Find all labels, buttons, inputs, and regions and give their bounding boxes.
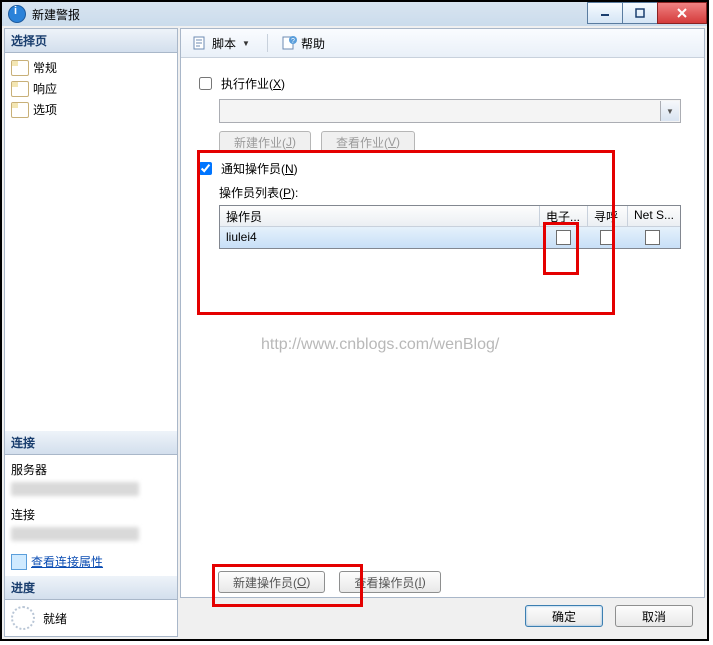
- minimize-button[interactable]: [587, 2, 623, 24]
- close-button[interactable]: [657, 2, 707, 24]
- help-button[interactable]: ? 帮助: [276, 32, 334, 55]
- execute-job-checkbox[interactable]: [199, 77, 212, 90]
- chevron-down-icon: ▼: [242, 39, 250, 48]
- maximize-button[interactable]: [622, 2, 658, 24]
- cell-email-check[interactable]: [540, 227, 588, 247]
- cell-netsend-check[interactable]: [628, 227, 678, 247]
- col-operator[interactable]: 操作员: [220, 206, 540, 226]
- help-label: 帮助: [301, 35, 325, 52]
- nav-label: 响应: [33, 80, 57, 97]
- server-value-blurred: [11, 482, 139, 496]
- nav-item-general[interactable]: 常规: [9, 57, 173, 78]
- sidebar: 选择页 常规 响应 选项 连接 服务器: [4, 28, 178, 637]
- listview-header: 操作员 电子... 寻呼 Net S...: [220, 206, 680, 227]
- col-pager[interactable]: 寻呼: [588, 206, 628, 226]
- link-text: 查看连接属性: [31, 553, 103, 570]
- progress-status: 就绪: [43, 610, 67, 627]
- ok-button[interactable]: 确定: [525, 605, 603, 627]
- script-icon: [192, 35, 208, 51]
- script-dropdown[interactable]: 脚本 ▼: [187, 32, 259, 55]
- help-icon: ?: [281, 35, 297, 51]
- connection-header: 连接: [5, 431, 177, 455]
- cell-pager-check[interactable]: [588, 227, 628, 247]
- sidebar-header: 选择页: [5, 29, 177, 53]
- window-title: 新建警报: [32, 6, 80, 23]
- cell-operator-name: liulei4: [220, 227, 540, 247]
- page-icon: [11, 102, 29, 118]
- new-operator-button[interactable]: 新建操作员(O): [218, 571, 325, 593]
- nav-item-response[interactable]: 响应: [9, 78, 173, 99]
- page-icon: [11, 60, 29, 76]
- svg-text:?: ?: [291, 38, 295, 45]
- progress-spinner-icon: [11, 606, 35, 630]
- table-row[interactable]: liulei4: [220, 227, 680, 248]
- nav-label: 常规: [33, 59, 57, 76]
- target-value-blurred: [11, 527, 139, 541]
- progress-header: 进度: [5, 576, 177, 600]
- operator-list-label: 操作员列表(P):: [219, 184, 690, 201]
- server-label: 服务器: [11, 461, 171, 478]
- execute-job-label: 执行作业(X): [221, 75, 285, 92]
- target-label: 连接: [11, 506, 171, 523]
- col-email[interactable]: 电子...: [540, 206, 588, 226]
- toolbar-separator: [267, 34, 268, 52]
- view-job-button[interactable]: 查看作业(V): [321, 131, 415, 153]
- notify-operator-checkbox[interactable]: [199, 162, 212, 175]
- col-netsend[interactable]: Net S...: [628, 206, 678, 226]
- view-connection-props-link[interactable]: 查看连接属性: [11, 553, 171, 570]
- combo-dropdown-button[interactable]: ▼: [660, 101, 679, 121]
- new-job-button[interactable]: 新建作业(J): [219, 131, 311, 153]
- operator-listview[interactable]: 操作员 电子... 寻呼 Net S... liulei4: [219, 205, 681, 249]
- cancel-button[interactable]: 取消: [615, 605, 693, 627]
- page-icon: [11, 81, 29, 97]
- info-icon: [8, 5, 26, 23]
- job-combo[interactable]: ▼: [219, 99, 681, 123]
- main-pane: 脚本 ▼ ? 帮助 执行作业(X): [180, 28, 705, 598]
- toolbar: 脚本 ▼ ? 帮助: [181, 29, 704, 58]
- chevron-down-icon: ▼: [666, 107, 674, 116]
- nav-item-options[interactable]: 选项: [9, 99, 173, 120]
- notify-operator-label: 通知操作员(N): [221, 160, 298, 177]
- script-label: 脚本: [212, 35, 236, 52]
- titlebar: 新建警报: [2, 2, 707, 27]
- view-operator-button[interactable]: 查看操作员(I): [339, 571, 440, 593]
- connection-info: 服务器 连接 查看连接属性: [5, 455, 177, 576]
- properties-icon: [11, 554, 27, 570]
- nav-label: 选项: [33, 101, 57, 118]
